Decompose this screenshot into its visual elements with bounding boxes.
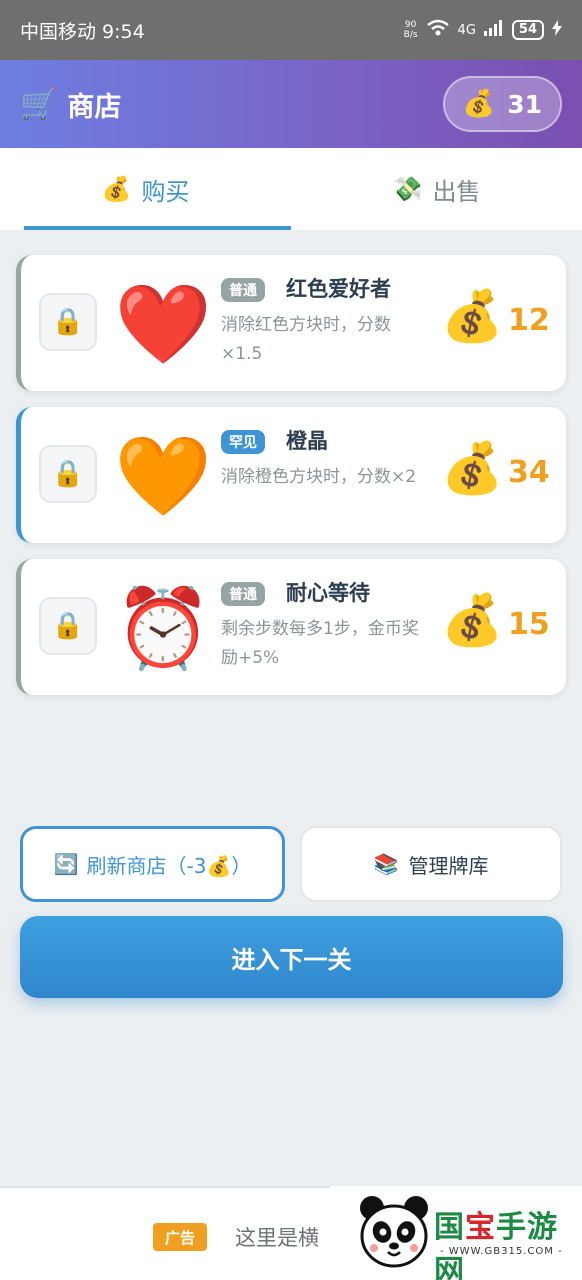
shop-item-card[interactable]: 🔒 ⏰ 普通 耐心等待 剩余步数每多1步，金币奖励+5% 💰 15	[16, 559, 566, 695]
shop-item-card[interactable]: 🔒 ❤️ 普通 红色爱好者 消除红色方块时，分数×1.5 💰 12	[16, 255, 566, 391]
item-name: 橙晶	[286, 429, 328, 453]
shop-header: 🛒 商店 💰 31	[0, 60, 582, 148]
ad-tag: 广告	[153, 1223, 208, 1251]
refresh-shop-button[interactable]: 🔄 刷新商店（-3💰）	[20, 826, 285, 902]
item-price: 34	[508, 455, 550, 490]
wifi-icon	[426, 19, 450, 41]
rarity-badge: 普通	[221, 582, 265, 606]
tab-buy[interactable]: 💰 购买	[0, 148, 291, 230]
shop-tabs: 💰 购买 💸 出售	[0, 148, 582, 230]
status-indicators: 90 B/s 4G 54	[404, 19, 562, 41]
refresh-shop-label: 刷新商店（-3💰）	[86, 853, 252, 878]
tab-sell[interactable]: 💸 出售	[291, 148, 582, 230]
item-name: 耐心等待	[286, 581, 370, 605]
next-level-button[interactable]: 进入下一关	[20, 916, 563, 998]
site-watermark: 国宝手游网 - WWW.GB315.COM -	[330, 1186, 582, 1280]
refresh-icon: 🔄	[53, 852, 79, 876]
item-description: 消除红色方块时，分数×1.5	[221, 315, 391, 364]
item-description: 消除橙色方块时，分数×2	[221, 467, 417, 487]
item-description: 剩余步数每多1步，金币奖励+5%	[221, 619, 419, 668]
ad-text: 这里是横	[235, 1226, 319, 1250]
money-bag-icon: 💰	[101, 175, 132, 203]
lock-icon: 🔒	[51, 611, 85, 641]
item-price: 12	[508, 303, 550, 338]
tab-buy-label: 购买	[141, 177, 190, 206]
item-name: 红色爱好者	[286, 277, 391, 301]
money-bag-icon: 💰	[462, 89, 496, 119]
lock-button[interactable]: 🔒	[39, 597, 97, 655]
network-type: 4G	[457, 22, 476, 38]
battery-indicator: 54	[511, 20, 544, 40]
money-bag-icon: 💰	[441, 287, 504, 345]
item-price: 15	[508, 607, 550, 642]
lock-icon: 🔒	[51, 459, 85, 489]
orange-heart-icon: 🧡	[114, 432, 212, 522]
manage-deck-button[interactable]: 📚 管理牌库	[300, 826, 562, 902]
books-icon: 📚	[373, 852, 399, 876]
network-speed: 90 B/s	[403, 20, 418, 40]
status-carrier-time: 中国移动 9:54	[20, 20, 145, 43]
shop-item-card[interactable]: 🔒 🧡 罕见 橙晶 消除橙色方块时，分数×2 💰 34	[16, 407, 566, 543]
lock-button[interactable]: 🔒	[39, 445, 97, 503]
cart-icon: 🛒	[20, 86, 58, 122]
rarity-badge: 罕见	[221, 430, 265, 454]
lock-icon: 🔒	[51, 307, 85, 337]
lock-button[interactable]: 🔒	[39, 293, 97, 351]
status-bar: 中国移动 9:54 90 B/s 4G 54	[0, 0, 582, 60]
coin-count: 31	[507, 89, 542, 119]
rarity-badge: 普通	[221, 278, 265, 302]
manage-deck-label: 管理牌库	[408, 853, 489, 878]
signal-icon	[483, 20, 504, 40]
money-bag-icon: 💰	[441, 591, 504, 649]
tab-sell-label: 出售	[432, 177, 481, 206]
charging-icon	[552, 20, 562, 40]
money-bag-icon: 💰	[441, 439, 504, 497]
page-title: 🛒 商店	[20, 85, 121, 124]
page-title-text: 商店	[67, 91, 122, 123]
watermark-brand: 国宝手游网	[434, 1210, 558, 1280]
money-wings-icon: 💸	[392, 175, 423, 203]
red-heart-icon: ❤️	[114, 280, 212, 370]
watermark-url: - WWW.GB315.COM -	[440, 1246, 563, 1257]
coin-balance: 💰 31	[442, 76, 562, 132]
panda-logo-icon	[360, 1196, 428, 1268]
alarm-clock-icon: ⏰	[114, 584, 212, 674]
